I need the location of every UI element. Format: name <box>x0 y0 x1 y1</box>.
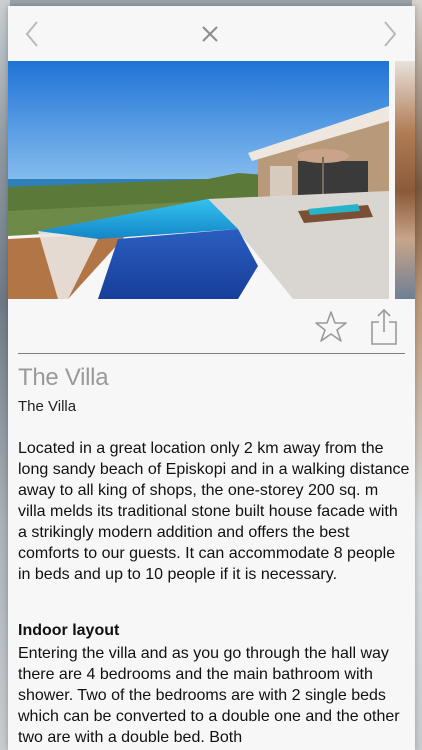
previous-button[interactable] <box>16 18 48 50</box>
villa-subtitle: The Villa <box>18 398 77 415</box>
share-icon <box>371 308 397 345</box>
villa-title: The Villa <box>18 364 109 391</box>
share-button[interactable] <box>365 308 403 346</box>
villa-description: Located in a great location only 2 km aw… <box>18 440 410 583</box>
indoor-layout-heading: Indoor layout <box>18 622 120 639</box>
star-icon <box>315 311 347 342</box>
detail-card: The Villa The Villa Located in a great l… <box>8 6 415 750</box>
content-divider <box>18 353 405 354</box>
chevron-right-icon <box>384 21 397 47</box>
indoor-layout-text: Entering the villa and as you go through… <box>18 645 400 746</box>
favorite-button[interactable] <box>312 308 350 346</box>
top-nav-bar <box>8 6 415 62</box>
next-photo-preview[interactable] <box>395 61 415 299</box>
chevron-left-icon <box>25 21 38 47</box>
action-bar <box>8 304 415 352</box>
close-icon <box>202 26 218 42</box>
close-button[interactable] <box>194 18 226 50</box>
villa-pool-photo[interactable] <box>8 61 389 299</box>
next-button[interactable] <box>374 18 406 50</box>
photo-illustration <box>8 61 389 299</box>
